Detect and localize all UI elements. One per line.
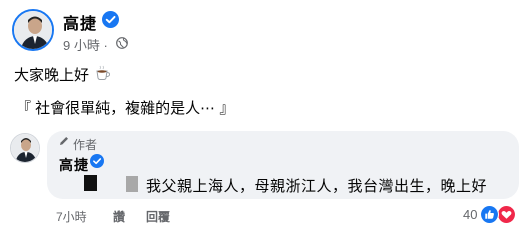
comment-timestamp[interactable]: 7小時: [56, 208, 87, 225]
globe-icon: [116, 36, 128, 49]
post-timestamp[interactable]: 9 小時 ·: [63, 35, 108, 54]
post-text-line1: 大家晚上好: [14, 67, 90, 84]
post-text-line2: 『 社會很單純，複雜的是人⋯ 』: [16, 100, 235, 117]
author-avatar[interactable]: [12, 9, 54, 51]
author-name[interactable]: 高捷: [63, 10, 97, 34]
reply-button[interactable]: 回覆: [146, 208, 170, 225]
comment-author-name[interactable]: 高捷: [59, 155, 89, 175]
coffee-icon: [94, 64, 112, 82]
commenter-avatar[interactable]: [10, 133, 40, 163]
like-button[interactable]: 讚: [113, 208, 125, 225]
redaction-block-gray: [126, 176, 138, 192]
author-badge: 作者: [73, 138, 98, 152]
verified-icon: [102, 11, 119, 28]
verified-icon: [90, 154, 104, 168]
comment-text: 我父親上海人，母親浙江人，我台灣出生，晚上好: [146, 178, 488, 195]
pencil-icon: [58, 134, 70, 146]
reaction-count[interactable]: 40: [463, 207, 477, 222]
like-icon: [480, 205, 499, 224]
love-icon: [497, 205, 516, 224]
redaction-block-black: [84, 175, 97, 191]
